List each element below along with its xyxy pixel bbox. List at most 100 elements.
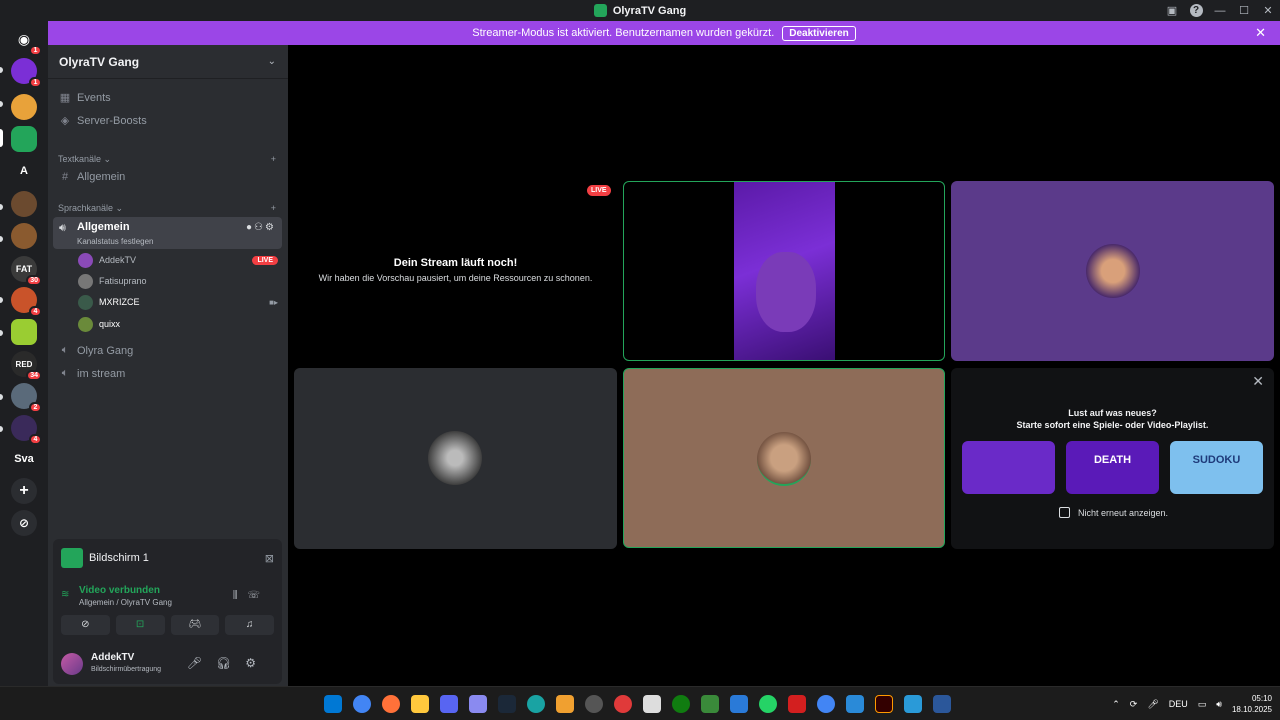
soundboard-button[interactable]: ♫ xyxy=(225,615,274,635)
voice-category[interactable]: Sprachkanäle ⌄ + xyxy=(58,203,276,214)
sync-icon[interactable]: ⟳ xyxy=(1130,699,1138,710)
avatar xyxy=(1086,244,1140,298)
app-icon[interactable] xyxy=(904,695,922,713)
app-icon[interactable] xyxy=(614,695,632,713)
member-row[interactable]: AddekTV LIVE xyxy=(78,251,278,269)
channel-status[interactable]: Kanalstatus festlegen xyxy=(77,237,154,246)
app-icon[interactable] xyxy=(556,695,574,713)
chrome-icon[interactable] xyxy=(817,695,835,713)
app-icon[interactable] xyxy=(730,695,748,713)
app-icon[interactable] xyxy=(643,695,661,713)
app-icon[interactable] xyxy=(527,695,545,713)
chevron-down-icon[interactable]: ⌄ xyxy=(268,56,276,67)
disconnect-icon[interactable]: ☏ xyxy=(247,590,270,601)
dont-show-checkbox[interactable]: Nicht erneut anzeigen. xyxy=(1059,507,1168,518)
notes-icon[interactable] xyxy=(846,695,864,713)
voice-channel-active[interactable]: 🔊︎ Allgemein Kanalstatus festlegen ●⚇⚙ xyxy=(53,217,282,249)
member-row[interactable]: MXRIZCE ■▸ xyxy=(78,293,278,311)
word-icon[interactable] xyxy=(933,695,951,713)
help-icon[interactable]: ? xyxy=(1184,4,1208,17)
video-tile-avatar[interactable] xyxy=(951,181,1274,361)
add-server-icon[interactable]: + xyxy=(11,478,37,504)
server-icon[interactable]: 4 xyxy=(11,287,42,317)
discord-icon[interactable] xyxy=(440,695,458,713)
member-row[interactable]: Fatisuprano xyxy=(78,272,278,290)
server-icon[interactable]: Sva xyxy=(11,446,37,472)
screen-share-button[interactable]: ⊡ xyxy=(115,615,165,635)
illustrator-icon[interactable] xyxy=(875,695,893,713)
add-channel-icon[interactable]: + xyxy=(271,203,276,214)
inbox-icon[interactable]: ▣ xyxy=(1160,4,1184,17)
video-tile-avatar[interactable] xyxy=(294,368,617,549)
close-window-icon[interactable]: ✕ xyxy=(1256,4,1280,17)
add-channel-icon[interactable]: + xyxy=(271,154,276,165)
server-icon[interactable] xyxy=(11,223,37,249)
server-icon-selected[interactable] xyxy=(11,126,37,152)
app-icon[interactable] xyxy=(788,695,806,713)
server-header[interactable]: OlyraTV Gang ⌄ xyxy=(48,45,288,79)
maximize-icon[interactable]: ☐ xyxy=(1232,4,1256,17)
voice-channel-im-stream[interactable]: 🔈︎ im stream xyxy=(58,367,126,380)
discord-home-icon[interactable]: ◉ 1 xyxy=(11,26,42,56)
folder-icon[interactable] xyxy=(411,695,429,713)
firefox-icon[interactable] xyxy=(382,695,400,713)
unread-pip xyxy=(0,67,3,73)
events-item[interactable]: ▦ Events xyxy=(58,91,111,105)
unread-pip xyxy=(0,426,3,432)
app-icon[interactable] xyxy=(469,695,487,713)
user-avatar[interactable] xyxy=(61,653,83,675)
stream-paused-tile[interactable]: Dein Stream läuft noch! Wir haben die Vo… xyxy=(294,180,617,361)
server-icon[interactable] xyxy=(11,319,37,345)
close-icon[interactable]: ✕ xyxy=(1252,373,1264,390)
checkbox-label: Nicht erneut anzeigen. xyxy=(1078,507,1169,518)
voice-channel-olyra[interactable]: 🔈︎ Olyra Gang xyxy=(58,344,134,357)
camera-off-button[interactable]: ⊘ xyxy=(61,615,110,635)
channel-item-allgemein[interactable]: # Allgemein xyxy=(58,171,125,183)
server-icon[interactable] xyxy=(11,191,37,217)
game-card-death[interactable]: DEATH xyxy=(1066,441,1159,494)
deactivate-button[interactable]: Deaktivieren xyxy=(782,25,856,41)
server-icon[interactable]: 4 xyxy=(11,415,42,445)
voice-panel: Bildschirm 1 ⊠ ≋ Video verbunden Allgeme… xyxy=(53,539,282,684)
member-row[interactable]: quixx xyxy=(78,315,278,333)
video-tile-avatar[interactable] xyxy=(623,368,945,548)
gear-icon[interactable]: ⚙ xyxy=(245,656,270,670)
explore-icon[interactable]: ⊘ xyxy=(11,510,37,536)
volume-icon[interactable]: 🔊︎ xyxy=(1216,699,1222,710)
chrome-icon[interactable] xyxy=(353,695,371,713)
activity-button[interactable]: 🎮︎ xyxy=(170,615,220,635)
user-name: AddekTV xyxy=(91,652,135,663)
game-card-sudoku[interactable]: SUDOKU xyxy=(1170,441,1263,494)
network-icon[interactable]: ▭ xyxy=(1198,699,1207,710)
server-icon[interactable]: FAT 30 xyxy=(11,256,42,286)
channel-actions[interactable]: ●⚇⚙ xyxy=(246,222,276,233)
whatsapp-icon[interactable] xyxy=(759,695,777,713)
server-boosts-item[interactable]: ◈ Server-Boosts xyxy=(58,114,147,128)
microphone-icon[interactable]: 🎤︎ xyxy=(187,656,216,670)
minimize-icon[interactable]: — xyxy=(1208,5,1232,17)
checkbox-icon[interactable] xyxy=(1059,507,1070,518)
app-icon[interactable] xyxy=(585,695,603,713)
server-icon[interactable] xyxy=(11,94,37,120)
game-card-blocks[interactable] xyxy=(962,441,1055,494)
headphones-icon[interactable]: 🎧︎ xyxy=(216,656,245,670)
clock[interactable]: 05:10 18.10.2025 xyxy=(1232,693,1272,715)
server-icon[interactable]: 2 xyxy=(11,383,42,413)
close-banner-icon[interactable]: ✕ xyxy=(1255,25,1266,41)
language[interactable]: DEU xyxy=(1169,699,1188,709)
microphone-icon[interactable]: 🎤︎ xyxy=(1147,699,1158,710)
xbox-icon[interactable] xyxy=(672,695,690,713)
stop-screen-icon[interactable]: ⊠ xyxy=(265,552,274,565)
video-tile-camera[interactable] xyxy=(623,181,945,361)
server-icon[interactable]: RED 34 xyxy=(11,351,42,381)
text-category[interactable]: Textkanäle ⌄ + xyxy=(58,154,276,165)
start-icon[interactable] xyxy=(324,695,342,713)
window-controls: ▣ ? — ☐ ✕ xyxy=(1160,0,1280,21)
hashtag-icon: # xyxy=(61,171,69,183)
minecraft-icon[interactable] xyxy=(701,695,719,713)
noise-icon[interactable]: ⫼ xyxy=(233,590,248,601)
steam-icon[interactable] xyxy=(498,695,516,713)
server-icon[interactable]: A xyxy=(11,158,37,184)
server-icon[interactable]: 1 xyxy=(11,58,42,88)
chevron-up-icon[interactable]: ⌃ xyxy=(1112,699,1120,710)
